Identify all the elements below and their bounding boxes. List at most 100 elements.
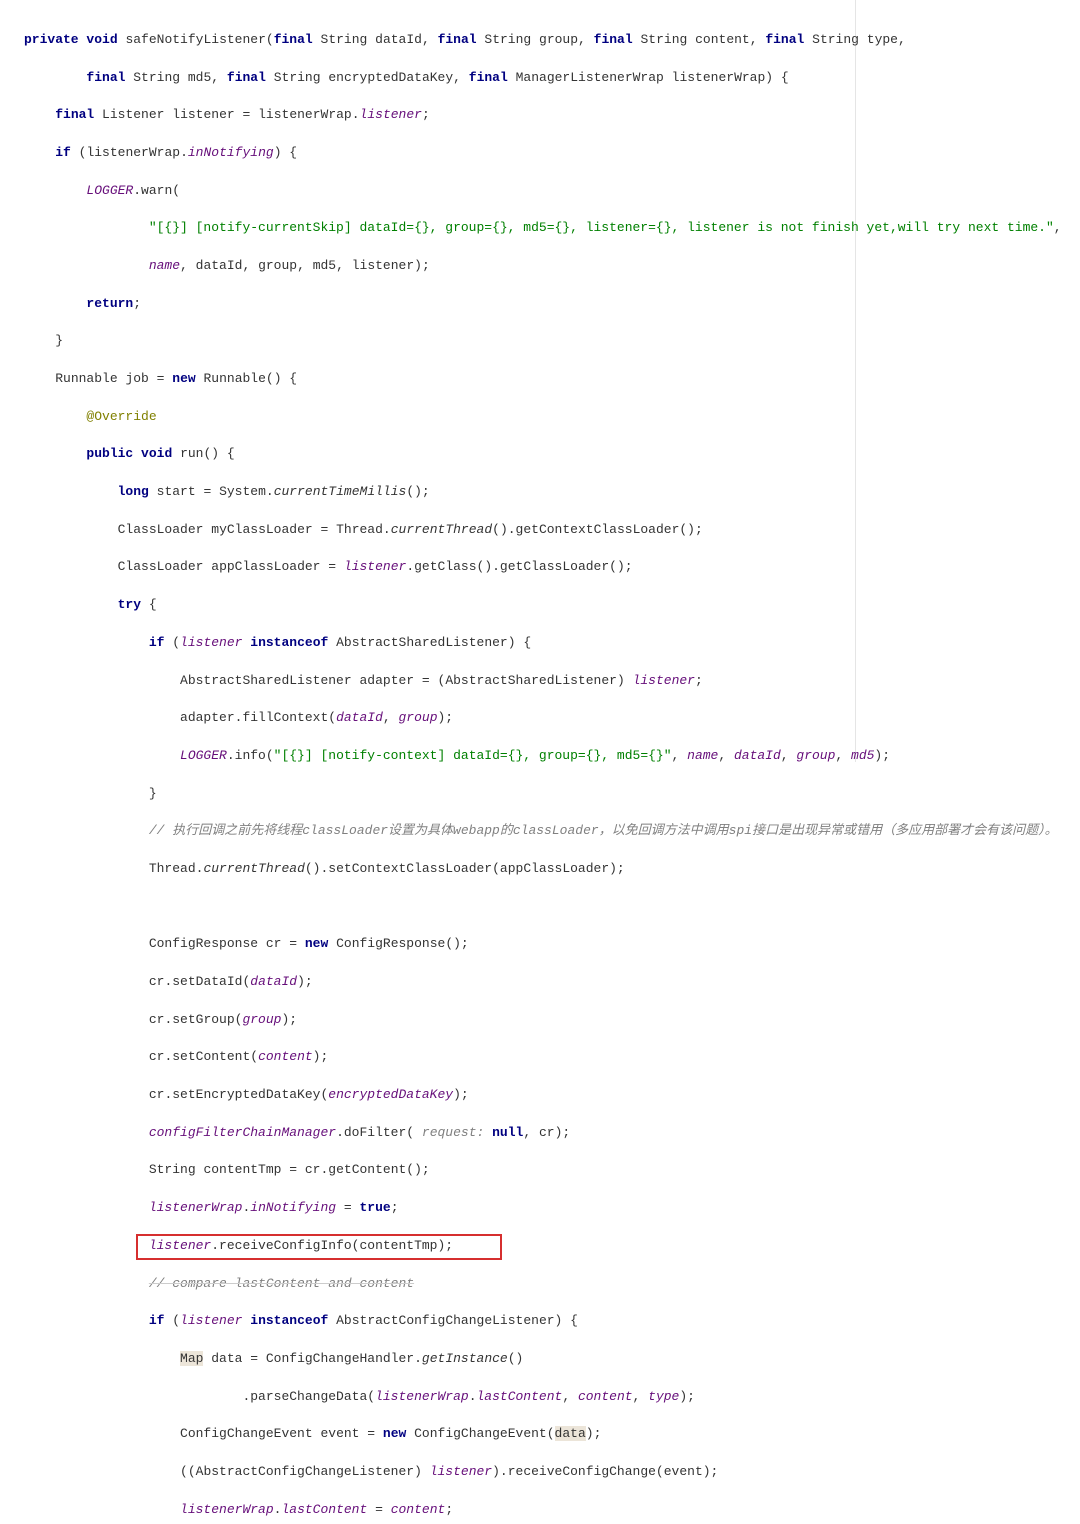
kw: instanceof — [250, 1313, 328, 1328]
string: "[{}] [notify-context] dataId={}, group=… — [274, 748, 672, 763]
var: listener — [352, 258, 414, 273]
code-line: // compare lastContent and content — [24, 1275, 1080, 1294]
var: cr — [305, 1162, 321, 1177]
code-line: ConfigResponse cr = new ConfigResponse()… — [24, 935, 1080, 954]
code-line: String contentTmp = cr.getContent(); — [24, 1161, 1080, 1180]
code-line: cr.setContent(content); — [24, 1048, 1080, 1067]
var: cr — [149, 1012, 165, 1027]
param-hint: request: — [422, 1125, 484, 1140]
call: .parseChangeData( — [242, 1389, 375, 1404]
kw: try — [118, 597, 141, 612]
param: listenerWrap — [375, 1389, 469, 1404]
type: Listener — [102, 107, 164, 122]
field: LOGGER — [180, 748, 227, 763]
var: listener — [180, 635, 242, 650]
code-line: configFilterChainManager.doFilter( reque… — [24, 1124, 1080, 1143]
param: dataId — [375, 32, 422, 47]
type: ManagerListenerWrap — [516, 70, 664, 85]
var: listener — [344, 559, 406, 574]
param: md5 — [313, 258, 336, 273]
code-line: public void run() { — [24, 445, 1080, 464]
kw: final — [765, 32, 804, 47]
field: configFilterChainManager — [149, 1125, 336, 1140]
param: listenerWrap — [180, 1502, 274, 1517]
code-line: final Listener listener = listenerWrap.l… — [24, 106, 1080, 125]
type: String — [274, 70, 321, 85]
type: ConfigChangeHandler — [266, 1351, 414, 1366]
kw: final — [469, 70, 508, 85]
field: listener — [360, 107, 422, 122]
code-line: if (listener instanceof AbstractSharedLi… — [24, 634, 1080, 653]
field: LOGGER — [86, 183, 133, 198]
call: .getContent(); — [320, 1162, 429, 1177]
param: listenerWrap — [258, 107, 352, 122]
code-line: cr.setGroup(group); — [24, 1011, 1080, 1030]
string: "[{}] [notify-currentSkip] dataId={}, gr… — [149, 220, 1054, 235]
call: .setGroup( — [164, 1012, 242, 1027]
type: ClassLoader — [118, 522, 204, 537]
kw: void — [141, 446, 172, 461]
code-line: LOGGER.warn( — [24, 182, 1080, 201]
code-line: private void safeNotifyListener(final St… — [24, 31, 1080, 50]
type: AbstractSharedListener — [336, 635, 508, 650]
param: content — [391, 1502, 446, 1517]
type: Runnable — [203, 371, 265, 386]
param: type — [867, 32, 898, 47]
kw: long — [118, 484, 149, 499]
field: name — [149, 258, 180, 273]
param: group — [242, 1012, 281, 1027]
param: encryptedDataKey — [328, 1087, 453, 1102]
type: System — [219, 484, 266, 499]
type: Thread — [336, 522, 383, 537]
method-name: run — [180, 446, 203, 461]
param: type — [648, 1389, 679, 1404]
code-line: long start = System.currentTimeMillis(); — [24, 483, 1080, 502]
call: .warn( — [133, 183, 180, 198]
type: String — [149, 1162, 196, 1177]
kw: final — [86, 70, 125, 85]
var: myClassLoader — [211, 522, 312, 537]
param: dataId — [250, 974, 297, 989]
call: .getClass().getClassLoader(); — [406, 559, 632, 574]
type: ConfigResponse — [149, 936, 258, 951]
kw: new — [383, 1426, 406, 1441]
type: String — [133, 70, 180, 85]
type: ConfigResponse — [336, 936, 445, 951]
var: start — [157, 484, 196, 499]
code-line: name, dataId, group, md5, listener); — [24, 257, 1080, 276]
code-line: LOGGER.info("[{}] [notify-context] dataI… — [24, 747, 1080, 766]
code-line: ClassLoader appClassLoader = listener.ge… — [24, 558, 1080, 577]
param: group — [398, 710, 437, 725]
field: inNotifying — [250, 1200, 336, 1215]
var: listener — [172, 107, 234, 122]
code-line: if (listenerWrap.inNotifying) { — [24, 144, 1080, 163]
code-line: ClassLoader myClassLoader = Thread.curre… — [24, 521, 1080, 540]
var: cr — [149, 1049, 165, 1064]
type: ConfigChangeEvent — [414, 1426, 547, 1441]
code-line: if (listener instanceof AbstractConfigCh… — [24, 1312, 1080, 1331]
code-line: cr.setDataId(dataId); — [24, 973, 1080, 992]
var: listener — [180, 1313, 242, 1328]
field: lastContent — [281, 1502, 367, 1517]
param: dataId — [196, 258, 243, 273]
kw: final — [438, 32, 477, 47]
code-line: Runnable job = new Runnable() { — [24, 370, 1080, 389]
type: ClassLoader — [118, 559, 204, 574]
param: listenerWrap — [149, 1200, 243, 1215]
code-line: AbstractSharedListener adapter = (Abstra… — [24, 672, 1080, 691]
type: String — [484, 32, 531, 47]
method-name: safeNotifyListener — [125, 32, 265, 47]
code-line: final String md5, final String encrypted… — [24, 69, 1080, 88]
param: group — [258, 258, 297, 273]
var: listener — [633, 673, 695, 688]
code-line: ConfigChangeEvent event = new ConfigChan… — [24, 1425, 1080, 1444]
call: .setContent( — [164, 1049, 258, 1064]
var: cr — [149, 974, 165, 989]
code-line: listenerWrap.inNotifying = true; — [24, 1199, 1080, 1218]
code-line: adapter.fillContext(dataId, group); — [24, 709, 1080, 728]
comment: // compare lastContent and content — [149, 1276, 414, 1291]
kw: return — [86, 296, 133, 311]
param: content — [578, 1389, 633, 1404]
code-line: @Override — [24, 408, 1080, 427]
code-line: cr.setEncryptedDataKey(encryptedDataKey)… — [24, 1086, 1080, 1105]
